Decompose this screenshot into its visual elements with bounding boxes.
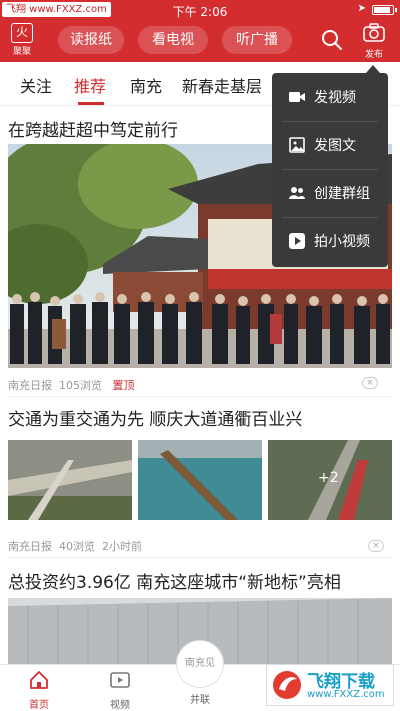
tab-recommend[interactable]: 推荐: [74, 73, 106, 97]
article-meta: 南充日报 40浏览 2小时前: [8, 538, 142, 554]
popup-arrow: [366, 65, 380, 73]
video-camera-icon: [289, 92, 305, 102]
article-time: 2小时前: [102, 540, 142, 553]
center-logo-button[interactable]: 南充见: [176, 640, 224, 688]
article-title[interactable]: 交通为重交通为先 顺庆大道通衢百业兴: [8, 405, 302, 430]
play-icon: [289, 233, 305, 249]
watermark-logo-icon: [273, 671, 301, 699]
status-bar: 飞翔 www.FXXZ.com 下午 2:06 ➤: [0, 0, 400, 20]
search-icon[interactable]: [320, 28, 344, 52]
location-arrow-icon: ➤: [357, 3, 366, 14]
publish-label: 发布: [364, 50, 383, 60]
divider: [8, 557, 392, 558]
watch-tv-button[interactable]: 看电视: [138, 26, 208, 54]
publish-button[interactable]: 发布: [362, 23, 386, 60]
status-time: 下午 2:06: [172, 5, 228, 19]
camera-icon: [363, 23, 385, 42]
article-views: 40浏览: [59, 540, 95, 553]
video-icon: [110, 672, 130, 688]
article-title[interactable]: 在跨越赶超中笃定前行: [8, 116, 178, 141]
menu-item-post-article[interactable]: 发图文: [272, 121, 388, 169]
listen-radio-button[interactable]: 听广播: [222, 26, 292, 54]
menu-item-short-video[interactable]: 拍小视频: [272, 217, 388, 265]
read-newspaper-button[interactable]: 读报纸: [58, 26, 124, 54]
active-tab-indicator: [78, 102, 104, 105]
image-icon: [289, 137, 305, 153]
home-icon: [30, 671, 48, 689]
tab-nanchong[interactable]: 南充: [130, 73, 162, 97]
nav-link[interactable]: 并联: [175, 691, 225, 706]
app-header: 火 聚聚 读报纸 看电视 听广播 发布: [0, 20, 400, 62]
tab-spring-festival[interactable]: 新春走基层: [182, 73, 262, 97]
app-logo[interactable]: 火 聚聚: [10, 23, 34, 57]
logo-text: 聚聚: [12, 47, 31, 57]
tab-follow[interactable]: 关注: [20, 73, 52, 97]
menu-item-create-group[interactable]: 创建群组: [272, 169, 388, 217]
article-source: 南充日报: [8, 540, 52, 553]
divider: [8, 396, 392, 397]
article-source: 南充日报: [8, 379, 52, 392]
nav-video[interactable]: 视频: [95, 669, 145, 711]
group-icon: [289, 187, 305, 199]
article-views: 105浏览: [59, 379, 102, 392]
more-images-count: +2: [318, 470, 339, 486]
menu-item-post-video[interactable]: 发视频: [272, 73, 388, 121]
battery-icon: [372, 5, 397, 15]
nav-home[interactable]: 首页: [14, 669, 64, 711]
pinned-badge: 置顶: [112, 379, 135, 392]
logo-mark: 火: [11, 23, 33, 43]
article-title[interactable]: 总投资约3.96亿 南充这座城市“新地标”亮相: [8, 568, 341, 593]
dismiss-icon[interactable]: ×: [368, 540, 384, 552]
dismiss-icon[interactable]: ×: [362, 377, 378, 389]
article-meta: 南充日报 105浏览 置顶: [8, 377, 135, 393]
publish-menu: 发视频 发图文 创建群组 拍小视频: [272, 73, 388, 267]
site-watermark: 飞翔下载 www.FXXZ.com: [266, 664, 394, 706]
